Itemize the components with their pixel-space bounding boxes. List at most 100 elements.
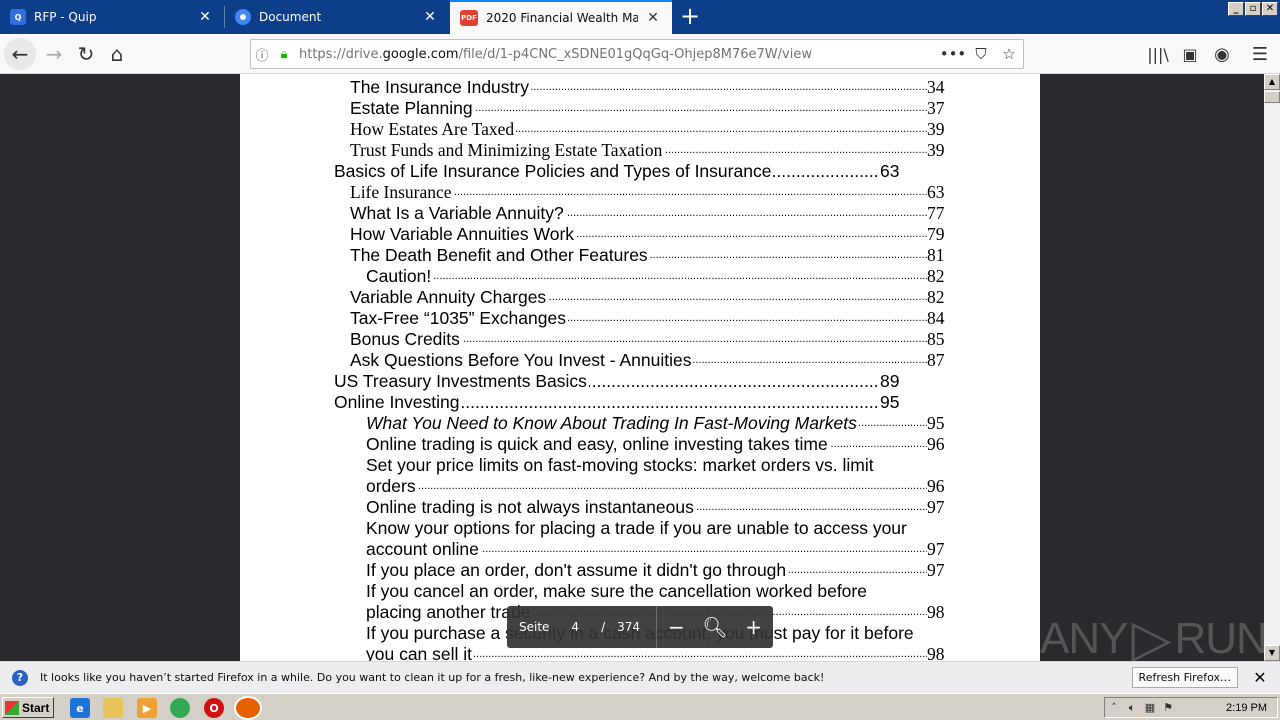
toc-page-number: 63 [880, 161, 900, 182]
close-window-button[interactable]: ✕ [1262, 2, 1278, 16]
total-pages: 374 [617, 620, 641, 634]
toc-entry-title: Ask Questions Before You Invest - Annuit… [350, 350, 694, 371]
vertical-scrollbar[interactable]: ▲ ▼ [1264, 74, 1280, 661]
toc-page-number: 39 [927, 140, 945, 161]
toc-entry-title: What You Need to Know About Trading In F… [366, 413, 859, 434]
close-tab-icon[interactable]: ✕ [421, 8, 439, 26]
minimize-button[interactable]: _ [1228, 2, 1244, 16]
toc-entry-title: you can sell it [366, 644, 475, 661]
toc-entry[interactable]: ........................................… [240, 224, 1040, 245]
zoom-fit-button[interactable]: 🔍︎ [696, 606, 735, 648]
toc-entry-title: Tax-Free “1035” Exchanges [350, 308, 568, 329]
firefox-taskbar-icon[interactable] [236, 698, 260, 718]
play-triangle-icon: ▷ [1131, 610, 1171, 668]
hamburger-menu-icon: ☰ [1251, 43, 1269, 65]
toc-entry[interactable]: ........................................… [240, 119, 1040, 140]
sidebar-button[interactable]: ▣ [1174, 38, 1206, 70]
toc-page-number: 98 [927, 602, 945, 623]
zoom-in-button[interactable]: + [734, 606, 773, 648]
tab-quip[interactable]: Q RFP - Quip ✕ [0, 0, 224, 34]
back-button[interactable]: ← [4, 38, 36, 70]
back-arrow-icon: ← [11, 42, 29, 66]
scroll-thumb[interactable] [1264, 91, 1280, 103]
scroll-down-arrow-icon[interactable]: ▼ [1264, 645, 1280, 661]
taskbar: Start e ▶ O ˄ 🔈︎ ▦ ⚑ 2:19 PM [0, 693, 1280, 720]
menu-button[interactable]: ☰ [1244, 38, 1276, 70]
current-page-input[interactable]: 4 [571, 620, 579, 634]
flag-icon[interactable]: ⚑ [1159, 701, 1177, 714]
toc-entry[interactable]: ........................................… [240, 245, 1040, 266]
toc-entry-title: Estate Planning [350, 98, 475, 119]
network-icon[interactable]: ▦ [1141, 701, 1159, 714]
toc-page-number: 77 [927, 203, 945, 224]
system-tray: ˄ 🔈︎ ▦ ⚑ 2:19 PM [1104, 697, 1278, 718]
tab-title: RFP - Quip [34, 10, 97, 24]
clock: 2:19 PM [1226, 701, 1267, 714]
media-player-icon[interactable]: ▶ [137, 698, 157, 718]
toc-entry[interactable]: ........................................… [240, 329, 1040, 350]
ie-icon[interactable]: e [70, 698, 90, 718]
toc-entry[interactable]: ........................................… [240, 392, 1040, 413]
toc-entry[interactable]: ........................................… [240, 140, 1040, 161]
toc-entry[interactable]: ........................................… [240, 308, 1040, 329]
pocket-icon[interactable]: ⛉ [967, 40, 995, 68]
pdf-viewer[interactable]: ........................................… [0, 74, 1264, 661]
opera-icon[interactable]: O [204, 698, 224, 718]
quip-favicon-icon: Q [10, 9, 26, 25]
pdf-page-toolbar: Seite 4 / 374 − 🔍︎ + [507, 606, 773, 648]
chrome-icon[interactable] [170, 698, 190, 718]
toc-page-number: 97 [927, 539, 945, 560]
library-button[interactable]: |||\ [1142, 38, 1174, 70]
toc-entry[interactable]: ........................................… [240, 203, 1040, 224]
toc-entry[interactable]: ........................................… [240, 434, 1040, 455]
toc-entry-title: How Estates Are Taxed [350, 119, 517, 140]
toc-entry-title: Trust Funds and Minimizing Estate Taxati… [350, 140, 665, 161]
toc-page-number: 82 [927, 266, 945, 287]
volume-icon[interactable]: 🔈︎ [1123, 701, 1141, 715]
bookmark-star-icon[interactable]: ☆ [995, 40, 1023, 68]
close-tab-icon[interactable]: ✕ [644, 9, 662, 27]
toc-entry[interactable]: ........................................… [240, 350, 1040, 371]
toc-entry[interactable]: ........................................… [240, 287, 1040, 308]
toc-entry[interactable]: ........................................… [240, 539, 1040, 560]
toc-entry[interactable]: ........................................… [240, 497, 1040, 518]
tab-document[interactable]: Document ✕ [225, 0, 449, 34]
notification-message: It looks like you haven’t started Firefo… [40, 671, 825, 684]
tray-expand-icon[interactable]: ˄ [1105, 701, 1123, 714]
page-actions-button[interactable]: ••• [939, 40, 967, 68]
toc-page-number: 95 [927, 413, 945, 434]
url-bar[interactable]: ⓘ 🔒︎ https://drive.google.com/file/d/1-p… [250, 39, 1024, 69]
close-notification-icon[interactable]: ✕ [1248, 668, 1272, 687]
refresh-firefox-button[interactable]: Refresh Firefox… [1131, 667, 1238, 688]
info-icon[interactable]: ⓘ [251, 40, 273, 68]
new-tab-button[interactable]: + [676, 4, 704, 30]
toc-entry[interactable]: ........................................… [240, 413, 1040, 434]
close-tab-icon[interactable]: ✕ [196, 8, 214, 26]
reload-button[interactable]: ↻ [70, 38, 102, 70]
scroll-up-arrow-icon[interactable]: ▲ [1264, 74, 1280, 90]
explorer-folder-icon[interactable] [103, 698, 123, 718]
notification-bar: ? It looks like you haven’t started Fire… [0, 661, 1280, 693]
toc-entry-prefix: Know your options for placing a trade if… [366, 518, 907, 538]
home-button[interactable]: ⌂ [101, 38, 133, 70]
toc-entry[interactable]: ........................................… [240, 182, 1040, 203]
toc-entry[interactable]: ........................................… [240, 266, 1040, 287]
lock-icon[interactable]: 🔒︎ [273, 40, 295, 68]
tab-pdf[interactable]: PDF 2020 Financial Wealth Managemen ✕ [450, 0, 672, 34]
toc-entry[interactable]: ........................................… [240, 98, 1040, 119]
toc-entry[interactable]: ........................................… [240, 476, 1040, 497]
toc-entry[interactable]: ........................................… [240, 371, 1040, 392]
toc-entry[interactable]: ........................................… [240, 560, 1040, 581]
forward-button[interactable]: → [38, 38, 70, 70]
toc-entry[interactable]: ........................................… [240, 161, 1040, 182]
question-icon: ? [12, 669, 28, 686]
toc-page-number: 97 [927, 497, 945, 518]
zoom-out-button[interactable]: − [657, 606, 696, 648]
account-button[interactable]: ◉ [1206, 38, 1238, 70]
toc-entry[interactable]: ........................................… [240, 77, 1040, 98]
toc-entry-title: Basics of Life Insurance Policies and Ty… [334, 161, 774, 182]
start-button[interactable]: Start [2, 697, 54, 718]
url-text[interactable]: https://drive.google.com/file/d/1-p4CNC_… [299, 47, 939, 62]
toc-entry-title: orders [366, 476, 418, 497]
restore-button[interactable]: ▫ [1245, 2, 1261, 16]
